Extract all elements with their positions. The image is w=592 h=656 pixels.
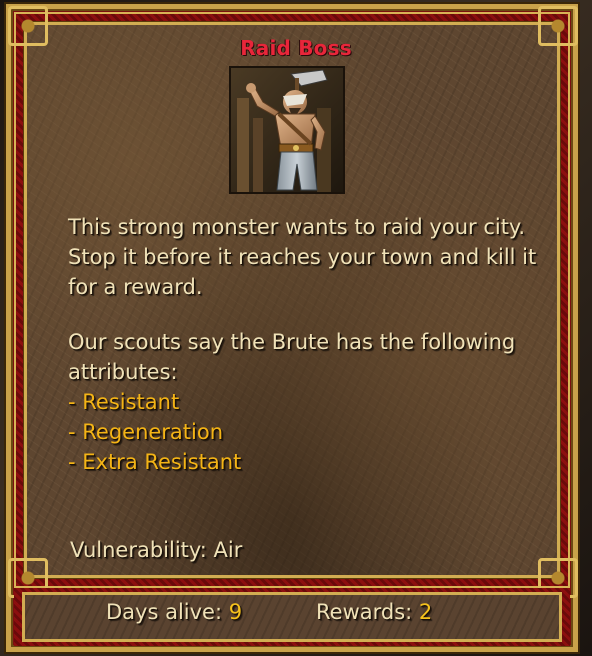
rewards-stat: Rewards: 2 (316, 598, 432, 626)
brute-monster-portrait-icon (229, 66, 345, 194)
attribute-item: - Resistant (68, 390, 180, 414)
scouts-intro-text: Our scouts say the Brute has the followi… (68, 330, 516, 384)
dialog-title: Raid Boss (240, 36, 352, 60)
footer-stats-bar (22, 592, 562, 642)
raid-boss-dialog: Raid Boss This strong monster wants to r… (0, 0, 592, 656)
attribute-item: - Extra Resistant (68, 450, 242, 474)
days-alive-stat: Days alive: 9 (106, 598, 242, 626)
rewards-value: 2 (418, 600, 433, 624)
scouts-report: Our scouts say the Brute has the followi… (68, 327, 538, 477)
raid-boss-description: This strong monster wants to raid your c… (68, 215, 537, 299)
days-alive-value: 9 (228, 600, 243, 624)
days-alive-label: Days alive: (106, 600, 223, 624)
rewards-label: Rewards: (316, 600, 413, 624)
vulnerability-text: Vulnerability: Air (70, 538, 243, 562)
attribute-item: - Regeneration (68, 420, 224, 444)
